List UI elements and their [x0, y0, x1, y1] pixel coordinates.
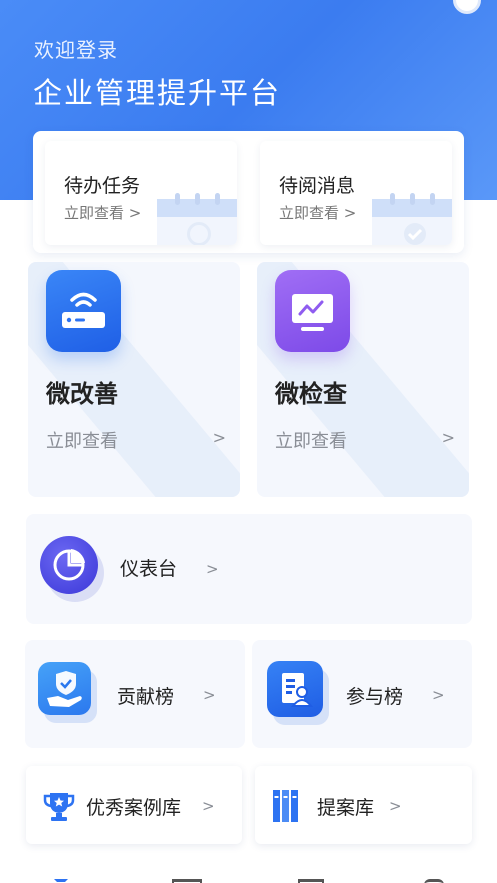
message-tab-icon[interactable] — [298, 879, 324, 883]
excellent-case-library-title: 优秀案例库 — [86, 797, 182, 819]
participation-rank-card[interactable]: 参与榜 > — [252, 640, 472, 748]
todo-task-link[interactable]: 立即查看 > — [64, 202, 141, 223]
chevron-right-icon: > — [203, 686, 216, 704]
contribution-rank-card[interactable]: 贡献榜 > — [25, 640, 245, 748]
chevron-right-icon: > — [212, 428, 226, 447]
proposal-library-title: 提案库 — [317, 797, 375, 819]
micro-inspection-link[interactable]: 立即查看 — [275, 427, 347, 453]
micro-improvement-card[interactable]: 微改善 立即查看 > — [28, 262, 240, 497]
trophy-icon — [43, 793, 75, 821]
home-tab-icon[interactable] — [54, 879, 68, 883]
participation-rank-title: 参与榜 — [346, 686, 404, 708]
micro-improvement-link[interactable]: 立即查看 — [46, 427, 118, 453]
hand-shield-icon — [38, 662, 91, 715]
contribution-rank-title: 贡献榜 — [117, 686, 175, 708]
pie-chart-icon — [40, 536, 98, 594]
grid-tab-icon[interactable] — [172, 879, 202, 883]
router-icon — [46, 270, 121, 352]
avatar[interactable] — [453, 0, 481, 14]
dashboard-card[interactable]: 仪表台 > — [26, 514, 472, 624]
binders-icon — [273, 790, 298, 822]
chevron-right-icon: > — [441, 428, 455, 447]
user-document-icon — [267, 661, 323, 717]
chevron-right-icon: > — [432, 686, 445, 704]
excellent-case-library-card[interactable]: 优秀案例库 > — [26, 766, 242, 844]
profile-tab-icon[interactable] — [424, 879, 444, 883]
platform-title: 企业管理提升平台 — [33, 76, 282, 110]
proposal-library-card[interactable]: 提案库 > — [255, 766, 472, 844]
welcome-text: 欢迎登录 — [34, 38, 118, 62]
dashboard-title: 仪表台 — [120, 558, 178, 580]
todo-task-title: 待办任务 — [64, 175, 141, 197]
bottom-tab-bar — [0, 870, 497, 883]
calendar-clock-icon — [157, 193, 237, 245]
chevron-right-icon: > — [206, 560, 219, 578]
micro-improvement-title: 微改善 — [46, 380, 118, 408]
monitor-chart-icon — [275, 270, 350, 352]
todo-task-card[interactable]: 待办任务 立即查看 > — [45, 141, 237, 245]
chevron-right-icon: > — [202, 797, 215, 815]
unread-message-title: 待阅消息 — [279, 175, 356, 197]
micro-inspection-card[interactable]: 微检查 立即查看 > — [257, 262, 469, 497]
quick-panel: 待办任务 立即查看 > 待阅消息 立即查看 > — [33, 131, 464, 253]
unread-message-link[interactable]: 立即查看 > — [279, 202, 356, 223]
chevron-right-icon: > — [389, 797, 402, 815]
micro-inspection-title: 微检查 — [275, 380, 347, 408]
unread-message-card[interactable]: 待阅消息 立即查看 > — [260, 141, 452, 245]
calendar-check-icon — [372, 193, 452, 245]
